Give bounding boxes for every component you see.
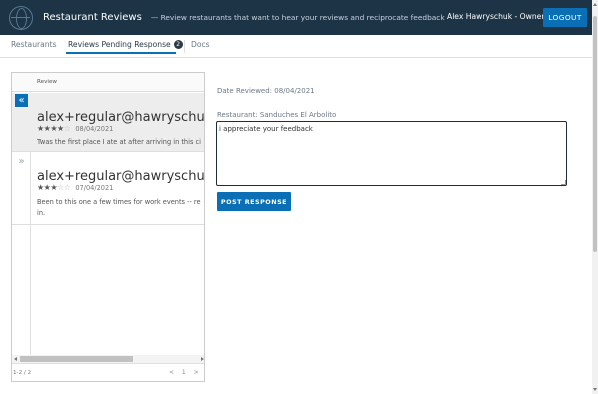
tab-reviews-pending-label: Reviews Pending Response: [68, 40, 171, 49]
post-response-button[interactable]: POST RESPONSE: [217, 192, 291, 211]
scroll-up-arrow-icon[interactable]: [593, 3, 597, 6]
pending-count-badge: 2: [173, 40, 183, 49]
review-row[interactable]: » alex+regular@hawryschuk.com ★★★☆☆ 07/04…: [12, 153, 205, 225]
pager-count: 1-2 / 2: [13, 370, 32, 376]
logout-button[interactable]: LOGOUT: [543, 8, 587, 27]
star-icon: ★★★: [37, 183, 58, 192]
review-date: 08/04/2021: [75, 125, 114, 133]
scroll-down-arrow-icon[interactable]: [593, 388, 597, 391]
review-email: alex+regular@hawryschuk.com: [37, 169, 205, 184]
star-icon: ★★★★: [37, 124, 64, 133]
tab-docs-label: Docs: [191, 40, 210, 49]
tab-docs[interactable]: Docs: [191, 40, 210, 49]
review-row-selected[interactable]: « ‹ alex+regular@hawryschuk.com ★★★★☆08/…: [12, 93, 205, 152]
review-text: Twas the first place I ate at after arri…: [37, 138, 201, 146]
page-scrollbar-thumb[interactable]: [593, 16, 597, 252]
star-empty-icon: ☆☆: [57, 183, 71, 192]
rating-stars: ★★★☆☆ 07/04/2021: [37, 183, 113, 192]
user-name: Alex Hawryschuk - Owner: [447, 12, 545, 21]
resize-grip-icon[interactable]: [561, 180, 566, 185]
tab-reviews-pending-response[interactable]: Reviews Pending Response 2: [68, 40, 183, 49]
star-empty-icon: ☆: [63, 124, 71, 133]
pager-nav[interactable]: < 1 >: [169, 369, 199, 376]
review-column-header[interactable]: Review: [37, 79, 57, 85]
globe-logo-icon: [9, 5, 33, 30]
date-reviewed: Date Reviewed: 08/04/2021: [217, 87, 315, 95]
active-tab-indicator: [66, 52, 176, 54]
page-scrollbar[interactable]: [592, 0, 598, 394]
reviews-grid: Review « ‹ alex+regular@hawryschuk.com ★…: [11, 72, 205, 382]
tab-divider: [184, 40, 185, 53]
collapse-chevrons-icon[interactable]: «: [15, 94, 28, 107]
app-subtitle: — Review restaurants that want to hear y…: [150, 13, 445, 22]
review-text: Been to this one a few times for work ev…: [37, 198, 201, 217]
tab-restaurants-label: Restaurants: [11, 40, 57, 49]
app-title: Restaurant Reviews: [43, 12, 142, 23]
tab-bar: Restaurants Reviews Pending Response 2 Do…: [0, 35, 592, 58]
scrollbar-thumb[interactable]: [20, 356, 133, 362]
horizontal-scrollbar[interactable]: [12, 355, 204, 363]
review-email: alex+regular@hawryschuk.com: [37, 110, 205, 125]
rating-stars: ★★★★☆ 08/04/2021: [37, 124, 113, 133]
grid-header: Review: [12, 73, 204, 92]
review-date: 07/04/2021: [75, 184, 114, 192]
restaurant-name: Restaurant: Sanduches El Arbolito: [217, 111, 337, 119]
scroll-right-arrow-icon[interactable]: [201, 357, 204, 361]
grid-footer: 1-2 / 2 < 1 >: [12, 363, 204, 381]
scroll-left-arrow-icon[interactable]: [14, 357, 17, 361]
expand-chevrons-icon[interactable]: »: [15, 155, 28, 168]
response-textarea[interactable]: i appreciate your feedback: [216, 121, 567, 186]
app-page: Restaurant Reviews — Review restaurants …: [0, 0, 598, 394]
tab-restaurants[interactable]: Restaurants: [11, 40, 57, 49]
